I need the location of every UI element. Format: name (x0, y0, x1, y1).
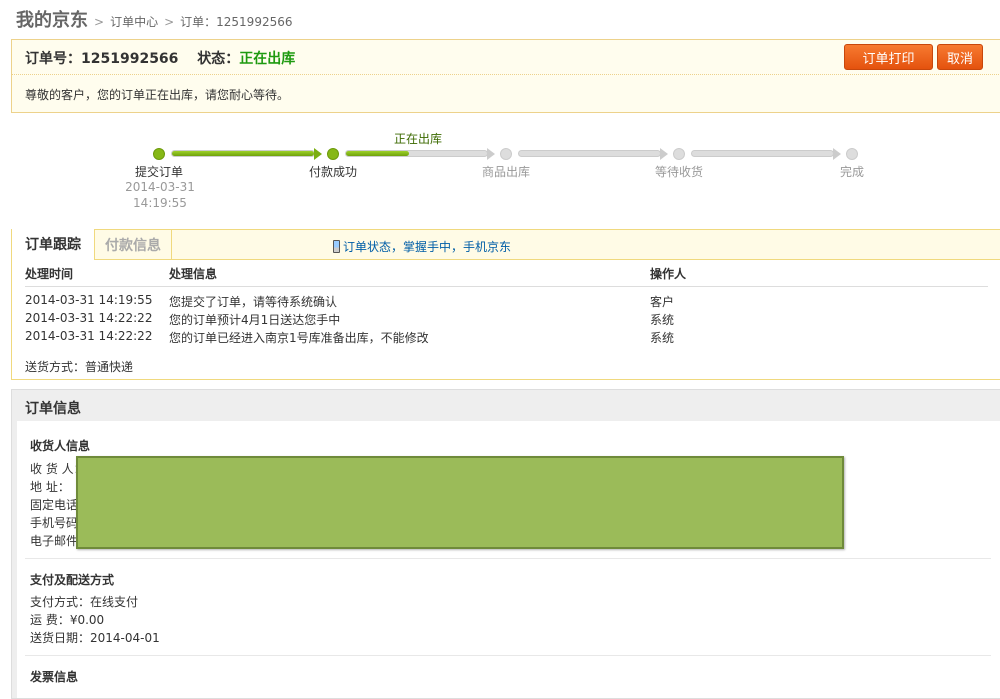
order-summary: 订单号：1251992566 状态：正在出库 (25, 48, 295, 68)
breadcrumb-order: 订单：1251992566 (180, 15, 293, 29)
row-time: 2014-03-31 14:22:22 (25, 329, 153, 343)
shipping-fee: 运 费：¥0.00 (30, 611, 104, 628)
table-row: 2014-03-31 14:22:22 您的订单预计4月1日送达您手中 系统 (25, 311, 988, 329)
fee-value: ¥0.00 (69, 613, 105, 627)
row-operator: 客户 (650, 295, 675, 309)
order-info-panel: 订单信息 收货人信息 收 货 人： 地 址： 固定电话： 手机号码： 电子邮件：… (11, 389, 1000, 699)
arrow-right-icon (833, 148, 841, 160)
tab-payment-info[interactable]: 付款信息 (94, 229, 172, 260)
step-connector-fill (172, 151, 314, 156)
step-connector (691, 150, 834, 157)
order-progress: 正在出库 提交订单 付款成功 商品出库 等待收货 完成 2014-03-31 14:19… (0, 125, 1000, 215)
cancel-order-button[interactable]: 取消 (937, 44, 983, 70)
order-no-label: 订单号： (25, 51, 81, 67)
mobile-phone-icon (333, 240, 340, 253)
step-date: 2014-03-31 (125, 180, 195, 194)
status-label: 状态： (197, 51, 240, 67)
step-time: 14:19:55 (133, 196, 187, 210)
tracking-table-header: 处理时间 处理信息 操作人 (25, 265, 988, 287)
step-label: 付款成功 (308, 165, 357, 179)
date-label: 送货日期： (30, 631, 91, 645)
step-label: 完成 (839, 165, 864, 179)
payment-title: 支付及配送方式 (30, 573, 115, 587)
step-label: 等待收货 (654, 165, 703, 179)
step-connector (518, 150, 661, 157)
step-dot-icon (500, 148, 512, 160)
fee-label: 运 费： (30, 613, 70, 627)
tab-bar: 订单跟踪 付款信息 订单状态，掌握手中，手机京东 (11, 229, 1000, 260)
step-connector-fill (346, 151, 410, 156)
shipping-method: 送货方式：普通快递 (25, 360, 134, 374)
row-info: 您的订单预计4月1日送达您手中 (169, 313, 341, 327)
current-step-label: 正在出库 (394, 132, 443, 146)
order-no: 1251992566 (81, 51, 179, 67)
order-message: 尊敬的客户，您的订单正在出库，请您耐心等待。 (25, 88, 290, 102)
redaction-box (76, 456, 844, 549)
address-label: 地 址： (30, 480, 70, 494)
delivery-date: 送货日期：2014-04-01 (30, 629, 160, 646)
print-order-button[interactable]: 订单打印 (844, 44, 933, 70)
step-dot-icon (327, 148, 339, 160)
table-row: 2014-03-31 14:22:22 您的订单已经进入南京1号库准备出库，不能修… (25, 329, 988, 347)
chevron-right-icon: > (94, 15, 105, 29)
step-dot-icon (153, 148, 165, 160)
divider (25, 558, 991, 559)
breadcrumb-home[interactable]: 我的京东 (16, 6, 88, 32)
row-time: 2014-03-31 14:22:22 (25, 311, 153, 325)
step-dot-icon (846, 148, 858, 160)
step-connector (345, 150, 488, 157)
arrow-right-icon (314, 148, 322, 160)
order-info-title: 订单信息 (25, 401, 81, 417)
row-operator: 系统 (650, 313, 675, 327)
step-connector (171, 150, 315, 157)
table-row: 2014-03-31 14:19:55 您提交了订单，请等待系统确认 客户 (25, 293, 988, 311)
column-header-operator: 操作人 (650, 267, 687, 281)
arrow-right-icon (487, 148, 495, 160)
mobile-jd-link[interactable]: 订单状态，掌握手中，手机京东 (333, 238, 511, 255)
breadcrumb: 我的京东 > 订单中心 > 订单：1251992566 (16, 6, 293, 32)
step-label: 提交订单 (134, 165, 183, 179)
row-info: 您提交了订单，请等待系统确认 (169, 295, 338, 309)
mobile-link-text[interactable]: 订单状态，掌握手中，手机京东 (343, 238, 511, 255)
payment-method: 支付方式：在线支付 (30, 595, 139, 609)
divider (25, 655, 991, 656)
order-status: 正在出库 (239, 51, 296, 67)
tab-order-tracking[interactable]: 订单跟踪 (12, 229, 94, 260)
row-time: 2014-03-31 14:19:55 (25, 293, 153, 307)
row-operator: 系统 (650, 331, 675, 345)
column-header-info: 处理信息 (169, 267, 218, 281)
step-label: 商品出库 (481, 165, 530, 179)
order-tracking-panel: 订单跟踪 付款信息 订单状态，掌握手中，手机京东 处理时间 处理信息 操作人 2… (11, 229, 1000, 380)
date-value: 2014-04-01 (90, 631, 160, 645)
breadcrumb-order-center[interactable]: 订单中心 (110, 13, 158, 30)
consignee-title: 收货人信息 (30, 439, 91, 453)
chevron-right-icon: > (164, 15, 175, 29)
step-dot-icon (673, 148, 685, 160)
divider (12, 74, 1000, 75)
column-header-time: 处理时间 (25, 267, 74, 281)
order-header: 订单号：1251992566 状态：正在出库 订单打印 取消 尊敬的客户，您的订… (11, 39, 1000, 113)
row-info: 您的订单已经进入南京1号库准备出库，不能修改 (169, 331, 429, 345)
invoice-title: 发票信息 (30, 670, 79, 684)
arrow-right-icon (660, 148, 668, 160)
